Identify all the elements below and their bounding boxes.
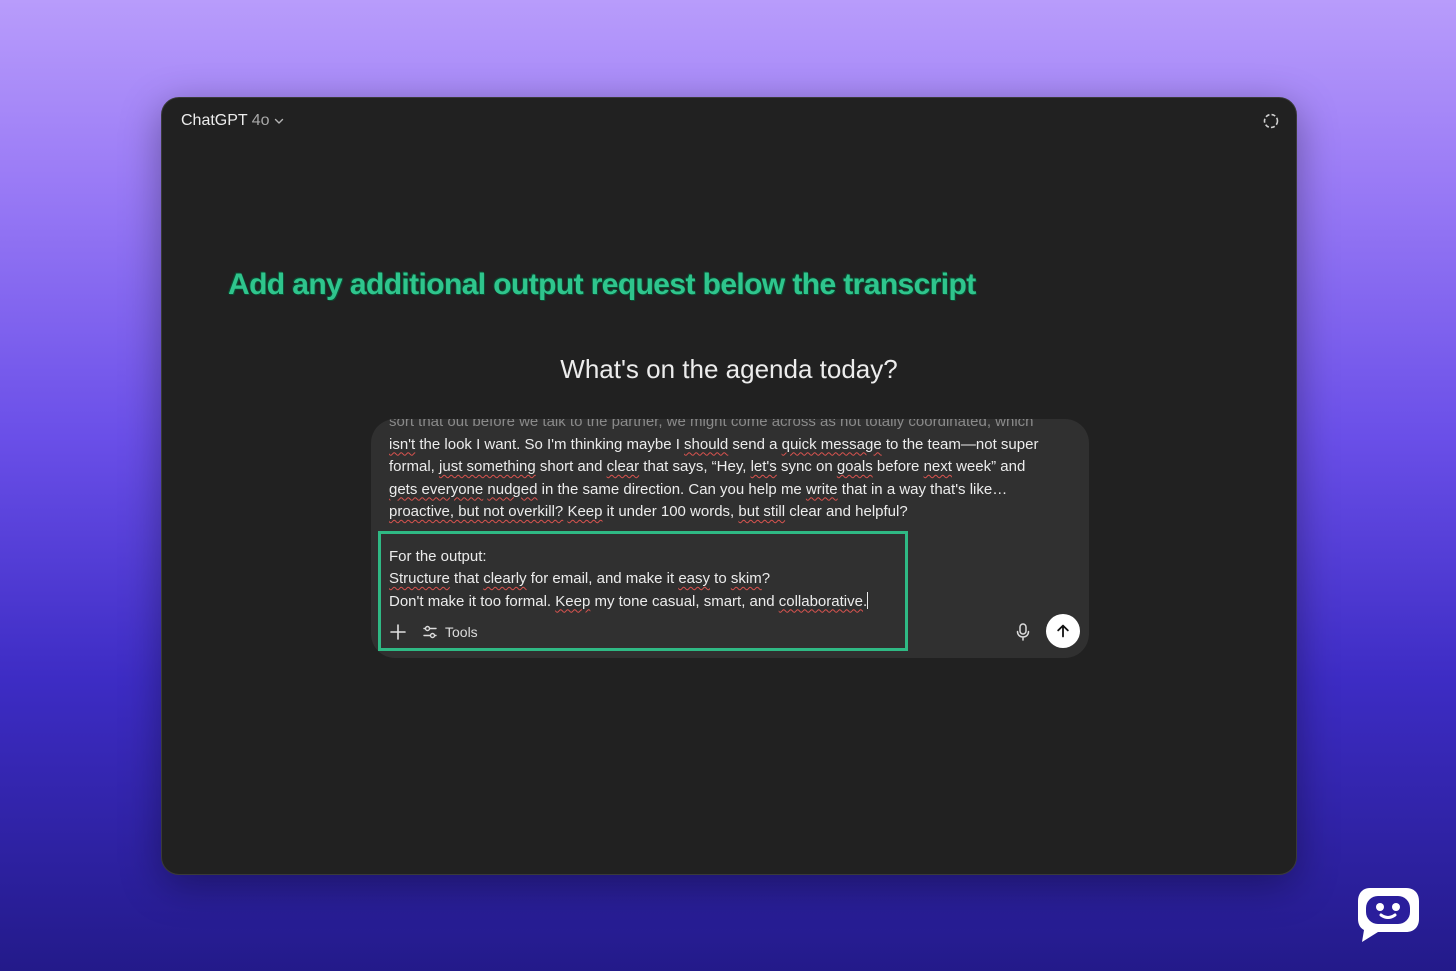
- chevron-down-icon: [275, 118, 284, 124]
- transcript-line: proactive, but not overkill? Keep it und…: [389, 503, 908, 520]
- annotation-callout: Add any additional output request below …: [228, 268, 976, 301]
- microphone-icon[interactable]: [1014, 622, 1032, 642]
- plus-icon[interactable]: [388, 622, 408, 642]
- page-headline: What's on the agenda today?: [560, 354, 898, 384]
- send-button[interactable]: [1046, 614, 1080, 648]
- model-name: ChatGPT: [181, 112, 248, 129]
- arrow-up-icon: [1057, 624, 1069, 638]
- prompt-composer[interactable]: sort that out before we talk to the part…: [371, 419, 1089, 658]
- dashed-circle-icon[interactable]: [1262, 112, 1280, 130]
- output-request-line: Structure that clearly for email, and ma…: [389, 570, 771, 587]
- tools-label: Tools: [445, 624, 478, 640]
- prompt-input[interactable]: sort that out before we talk to the part…: [389, 419, 1059, 613]
- chatgpt-window: ChatGPT 4o Add any additional output req…: [161, 97, 1297, 875]
- transcript-line: isn't the look I want. So I'm thinking m…: [389, 435, 1039, 453]
- model-version: 4o: [251, 112, 270, 129]
- model-switcher[interactable]: ChatGPT 4o: [181, 110, 285, 132]
- transcript-partial-line: sort that out before we talk to the part…: [389, 419, 1034, 430]
- text-caret: [867, 591, 869, 609]
- output-request-line: Don't make it too formal. Keep my tone c…: [389, 591, 869, 610]
- chatbot-logo-icon: [1358, 888, 1419, 942]
- tools-button[interactable]: Tools: [422, 620, 478, 644]
- transcript-line: gets everyone nudged in the same directi…: [389, 480, 1008, 498]
- transcript-line: formal, just something short and clear t…: [389, 458, 1026, 475]
- output-request-heading: For the output:: [389, 547, 487, 565]
- sliders-icon: [423, 625, 437, 639]
